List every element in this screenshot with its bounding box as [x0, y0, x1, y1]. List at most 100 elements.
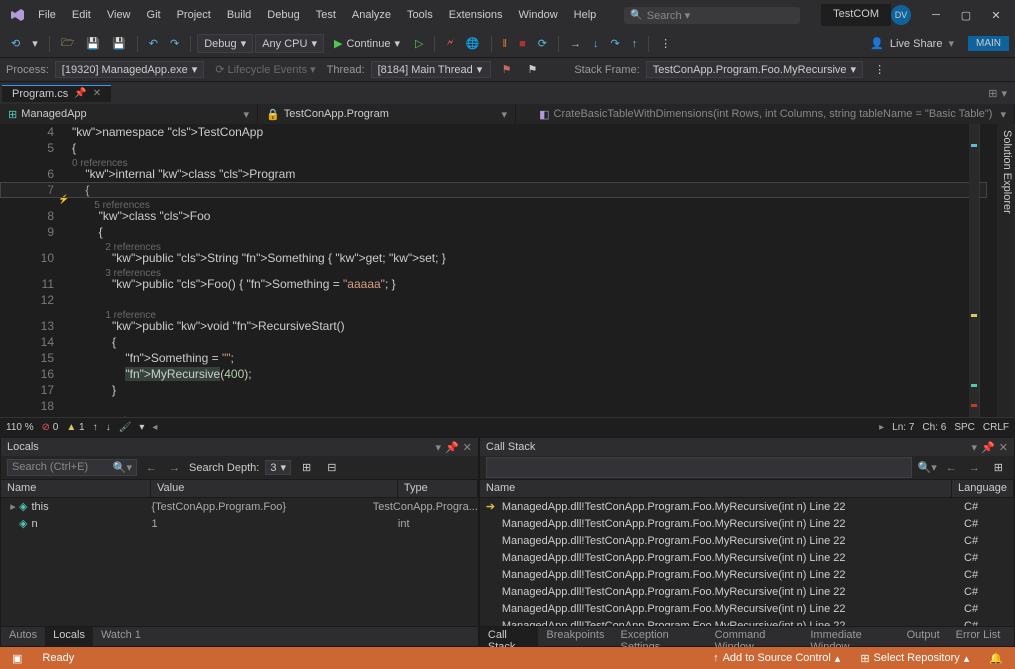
nav-up-icon[interactable]: ↑: [93, 422, 98, 433]
col-type[interactable]: Type: [398, 480, 478, 497]
nav-project[interactable]: ⊞ ManagedApp ▾: [0, 104, 258, 124]
overflow-icon-2[interactable]: ⋮: [869, 60, 890, 79]
liveshare-button[interactable]: Live Share: [890, 38, 943, 50]
close-button[interactable]: ✕: [981, 0, 1011, 30]
stack-frame[interactable]: ManagedApp.dll!TestConApp.Program.Foo.My…: [480, 549, 1014, 566]
stack-frame[interactable]: ManagedApp.dll!TestConApp.Program.Foo.My…: [480, 617, 1014, 626]
locals-opt2-icon[interactable]: ⊟: [322, 458, 341, 477]
restart-icon[interactable]: ⟳: [533, 34, 552, 53]
locals-body[interactable]: ▸◈this{TestConApp.Program.Foo}TestConApp…: [1, 498, 478, 626]
menu-extensions[interactable]: Extensions: [441, 5, 511, 25]
tab-watch-1[interactable]: Watch 1: [93, 627, 149, 646]
save-icon[interactable]: 💾: [81, 34, 105, 53]
panel-pin-icon[interactable]: 📌: [981, 441, 995, 454]
panel-dropdown-icon[interactable]: ▾: [435, 441, 441, 454]
nav-left-icon[interactable]: ◂: [152, 422, 157, 433]
locals-search[interactable]: Search (Ctrl+E) 🔍▾: [7, 459, 137, 476]
redo-icon[interactable]: ↷: [165, 34, 184, 53]
undo-icon[interactable]: ↶: [144, 34, 163, 53]
nav-fwd-icon[interactable]: ▾: [27, 34, 43, 53]
document-tab-active[interactable]: Program.cs 📌 ✕: [2, 85, 111, 102]
analysis-icon[interactable]: 🖌: [119, 422, 132, 433]
tab-breakpoints[interactable]: Breakpoints: [538, 627, 612, 646]
tab-call-stack[interactable]: Call Stack: [480, 627, 539, 646]
maximize-button[interactable]: ▢: [951, 0, 981, 30]
stack-prev-icon[interactable]: ←: [943, 462, 960, 474]
warning-count[interactable]: ▲ 1: [66, 422, 84, 433]
callstack-body[interactable]: ➔ManagedApp.dll!TestConApp.Program.Foo.M…: [480, 498, 1014, 626]
tab-immediate-window[interactable]: Immediate Window: [802, 627, 898, 646]
stack-frame[interactable]: ManagedApp.dll!TestConApp.Program.Foo.My…: [480, 515, 1014, 532]
depth-dropdown[interactable]: 3 ▾: [265, 460, 291, 475]
nav-member[interactable]: ◧ CrateBasicTableWithDimensions(int Rows…: [516, 104, 1015, 124]
menu-edit[interactable]: Edit: [64, 5, 99, 25]
tab-locals[interactable]: Locals: [45, 627, 93, 646]
col-lang[interactable]: Language: [952, 480, 1014, 497]
stack-frame[interactable]: ManagedApp.dll!TestConApp.Program.Foo.My…: [480, 532, 1014, 549]
code-editor[interactable]: 4567⚡8910111213141516171819202122232425 …: [0, 124, 997, 417]
horizontal-scroll[interactable]: ▸: [879, 422, 884, 433]
menu-window[interactable]: Window: [511, 5, 566, 25]
tab-error-list-[interactable]: Error List …: [948, 627, 1014, 646]
solution-tab[interactable]: TestCOM: [821, 4, 891, 26]
menu-help[interactable]: Help: [566, 5, 605, 25]
stack-view-icon[interactable]: ⊞: [989, 458, 1008, 477]
zoom-level[interactable]: 110 %: [6, 422, 34, 433]
col-name[interactable]: Name: [1, 480, 151, 497]
add-source-control[interactable]: ↑ Add to Source Control ▴: [709, 652, 844, 665]
menu-tools[interactable]: Tools: [399, 5, 441, 25]
show-next-icon[interactable]: →: [565, 35, 586, 53]
panel-dropdown-icon[interactable]: ▾: [972, 441, 978, 454]
flag-frame-icon[interactable]: ⚑: [497, 60, 517, 79]
search-box[interactable]: 🔍 Search ▾: [624, 7, 800, 24]
config-dropdown[interactable]: Debug ▾: [197, 34, 253, 53]
scroll-indicator[interactable]: [969, 124, 979, 417]
indent-mode[interactable]: SPC: [954, 422, 975, 433]
col-name[interactable]: Name: [480, 480, 952, 497]
step-into-icon[interactable]: ↓: [588, 35, 604, 53]
step-over-icon[interactable]: ↷: [605, 34, 624, 53]
tab-output[interactable]: Output: [899, 627, 948, 646]
error-count[interactable]: ⊘ 0: [42, 422, 59, 433]
tab-exception-settings[interactable]: Exception Settings: [612, 627, 706, 646]
open-icon[interactable]: 🗁: [56, 31, 80, 56]
toggle-thread-icon[interactable]: ⚑: [522, 60, 542, 79]
break-all-icon[interactable]: ‖: [498, 35, 513, 53]
process-dropdown[interactable]: [19320] ManagedApp.exe ▾: [55, 61, 205, 78]
menu-project[interactable]: Project: [169, 5, 219, 25]
stop-icon[interactable]: ■: [514, 35, 531, 53]
nav-class[interactable]: 🔒 TestConApp.Program ▾: [258, 104, 516, 124]
minimize-button[interactable]: ─: [921, 0, 951, 30]
stack-frame[interactable]: ManagedApp.dll!TestConApp.Program.Foo.My…: [480, 566, 1014, 583]
main-menu[interactable]: FileEditViewGitProjectBuildDebugTestAnal…: [30, 5, 604, 25]
save-all-icon[interactable]: 💾: [107, 34, 131, 53]
vertical-scrollbar[interactable]: [979, 124, 997, 417]
panel-pin-icon[interactable]: 📌: [445, 441, 459, 454]
menu-analyze[interactable]: Analyze: [344, 5, 399, 25]
refresh-icon[interactable]: 🗲: [441, 34, 458, 53]
stackframe-dropdown[interactable]: TestConApp.Program.Foo.MyRecursive ▾: [646, 61, 863, 78]
search-next-icon[interactable]: →: [166, 462, 183, 474]
menu-test[interactable]: Test: [308, 5, 344, 25]
nav-down-icon[interactable]: ↓: [106, 422, 111, 433]
nav-back-icon[interactable]: ⟲: [6, 34, 25, 53]
close-tab-icon[interactable]: ✕: [93, 88, 101, 99]
stack-next-icon[interactable]: →: [966, 462, 983, 474]
locals-opt1-icon[interactable]: ⊞: [297, 458, 316, 477]
panel-close-icon[interactable]: ✕: [999, 441, 1008, 454]
stack-frame[interactable]: ManagedApp.dll!TestConApp.Program.Foo.My…: [480, 600, 1014, 617]
locals-row[interactable]: ◈n1int: [1, 515, 478, 532]
tab-autos[interactable]: Autos: [1, 627, 45, 646]
tab-overflow-icon[interactable]: ▾: [1001, 87, 1007, 100]
solution-explorer-tab[interactable]: Solution Explorer: [997, 124, 1015, 417]
pin-icon[interactable]: 📌: [74, 88, 86, 99]
stack-frame[interactable]: ManagedApp.dll!TestConApp.Program.Foo.My…: [480, 583, 1014, 600]
search-prev-icon[interactable]: ←: [143, 462, 160, 474]
locals-row[interactable]: ▸◈this{TestConApp.Program.Foo}TestConApp…: [1, 498, 478, 515]
panel-close-icon[interactable]: ✕: [463, 441, 472, 454]
menu-build[interactable]: Build: [219, 5, 259, 25]
tab-command-window[interactable]: Command Window: [707, 627, 803, 646]
col-value[interactable]: Value: [151, 480, 398, 497]
overflow-icon[interactable]: ⋮: [655, 34, 676, 53]
menu-debug[interactable]: Debug: [259, 5, 307, 25]
